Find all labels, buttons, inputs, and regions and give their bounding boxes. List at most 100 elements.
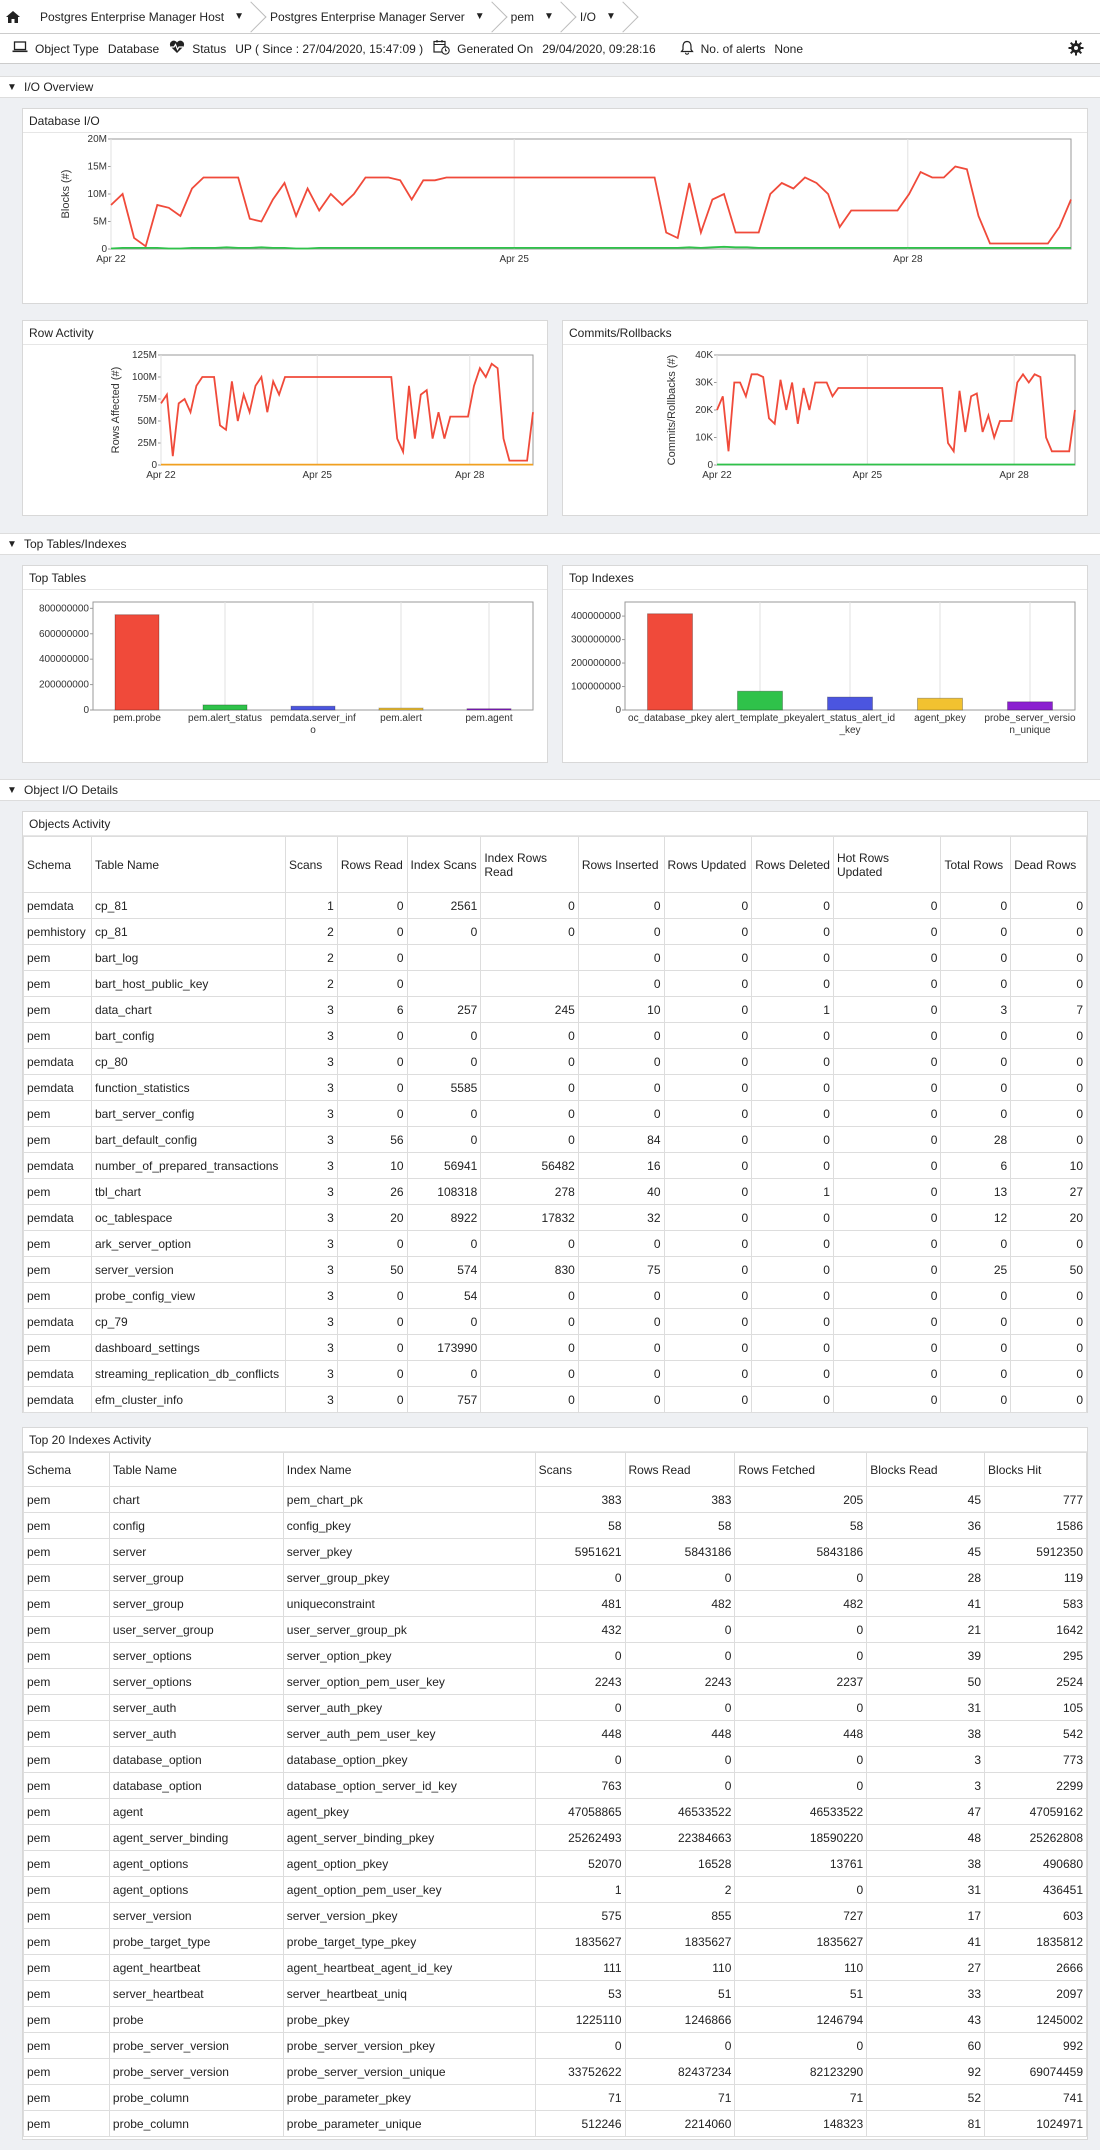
table-cell: pem — [23, 1616, 110, 1643]
table-cell: 1024971 — [984, 2110, 1087, 2137]
table-cell: 0 — [663, 918, 753, 945]
table-cell: 84 — [577, 1126, 665, 1153]
breadcrumb-host[interactable]: Postgres Enterprise Manager Host ▼ — [26, 0, 256, 34]
table-cell: 111 — [534, 1954, 626, 1981]
table-cell: 0 — [663, 944, 753, 971]
section-object-io-details[interactable]: ▼ Object I/O Details — [0, 779, 1100, 801]
table-cell: server_version_pkey — [282, 1902, 536, 1929]
column-header[interactable]: Rows Inserted — [577, 836, 665, 893]
column-header[interactable]: Blocks Hit — [984, 1452, 1087, 1487]
table-cell: 0 — [1010, 1100, 1087, 1127]
table-cell: 855 — [624, 1902, 736, 1929]
column-header[interactable]: Schema — [23, 836, 92, 893]
table-cell: 3 — [284, 996, 338, 1023]
breadcrumb-server[interactable]: Postgres Enterprise Manager Server ▼ — [256, 0, 497, 34]
table-cell: 82437234 — [624, 2058, 736, 2085]
table-cell: 0 — [832, 1282, 942, 1309]
column-header[interactable]: Table Name — [108, 1452, 284, 1487]
table-cell: agent_heartbeat_agent_id_key — [282, 1954, 536, 1981]
table-cell: 0 — [1010, 918, 1087, 945]
table-row: pem probe_server_version probe_server_vers… — [23, 2058, 1087, 2085]
y-tick-label: 800000000 — [39, 603, 89, 614]
table-cell: 383 — [624, 1486, 736, 1513]
table-cell: 1835812 — [984, 1928, 1087, 1955]
table-cell: pem — [23, 1824, 110, 1851]
chevron-down-icon[interactable]: ▼ — [0, 82, 24, 93]
table-cell: 0 — [832, 1256, 942, 1283]
y-tick-label: 100M — [132, 372, 157, 383]
table-cell: 0 — [751, 1256, 834, 1283]
column-header[interactable]: Table Name — [90, 836, 286, 893]
table-cell: ark_server_option — [90, 1230, 286, 1257]
x-tick-label: oc_database_pkey — [628, 713, 712, 724]
column-header[interactable]: Blocks Read — [866, 1452, 986, 1487]
chevron-down-icon[interactable]: ▼ — [544, 11, 554, 22]
table-cell: 512246 — [534, 2110, 626, 2137]
column-header[interactable]: Index Rows Read — [480, 836, 579, 893]
table-cell: 0 — [406, 1100, 482, 1127]
column-header[interactable]: Schema — [23, 1452, 110, 1487]
table-cell: pem — [23, 2084, 110, 2111]
table-cell: 0 — [336, 892, 408, 919]
table-cell: pemdata — [23, 1152, 92, 1179]
chevron-down-icon[interactable]: ▼ — [0, 539, 24, 550]
gear-icon[interactable] — [1068, 40, 1084, 59]
column-header[interactable]: Rows Read — [624, 1452, 736, 1487]
table-cell: 28 — [940, 1126, 1012, 1153]
column-header[interactable]: Hot Rows Updated — [832, 836, 942, 893]
column-header[interactable]: Dead Rows — [1010, 836, 1087, 893]
table-cell: 3 — [284, 1334, 338, 1361]
panel-title: Row Activity — [23, 321, 547, 345]
column-header[interactable]: Index Scans — [406, 836, 482, 893]
chevron-down-icon[interactable]: ▼ — [0, 785, 24, 796]
table-cell: 41 — [866, 1590, 986, 1617]
top-tables-chart: 0 200000000 400000000 600000000 800000000 pem… — [39, 601, 534, 736]
table-cell: 1586 — [984, 1512, 1087, 1539]
table-cell: 13761 — [734, 1850, 868, 1877]
table-cell — [406, 970, 482, 997]
table-cell: 3 — [284, 1360, 338, 1387]
table-cell: pemhistory — [23, 918, 92, 945]
x-tick-label: pem.probe — [113, 713, 161, 724]
table-row: pem bart_config 3 0 0 0 0 0 0 0 0 0 — [23, 1022, 1087, 1049]
table-cell: 2214060 — [624, 2110, 736, 2137]
column-header[interactable]: Rows Fetched — [734, 1452, 868, 1487]
chevron-down-icon[interactable]: ▼ — [475, 11, 485, 22]
column-header[interactable]: Index Name — [282, 1452, 536, 1487]
chevron-down-icon[interactable]: ▼ — [606, 11, 616, 22]
table-cell: 0 — [940, 1230, 1012, 1257]
column-header[interactable]: Rows Read — [336, 836, 408, 893]
table-cell: pem — [23, 1980, 110, 2007]
y-tick-label: 600000000 — [39, 629, 89, 640]
chevron-down-icon[interactable]: ▼ — [234, 11, 244, 22]
plot-area — [110, 138, 1072, 250]
y-axis-label: Rows Affected (#) — [110, 367, 122, 454]
table-cell: user_server_group_pk — [282, 1616, 536, 1643]
table-cell: 0 — [940, 1386, 1012, 1413]
table-cell: pem — [23, 1178, 92, 1205]
table-cell: 0 — [577, 1386, 665, 1413]
table-cell: agent — [108, 1798, 284, 1825]
table-cell: 0 — [406, 1308, 482, 1335]
table-cell: 1245002 — [984, 2006, 1087, 2033]
table-cell: 0 — [751, 1074, 834, 1101]
table-cell: 0 — [534, 2032, 626, 2059]
column-header[interactable]: Scans — [284, 836, 338, 893]
table-cell: pem — [23, 1512, 110, 1539]
section-top-tables-indexes[interactable]: ▼ Top Tables/Indexes — [0, 533, 1100, 555]
column-header[interactable]: Scans — [534, 1452, 626, 1487]
table-cell: agent_server_binding — [108, 1824, 284, 1851]
table-cell: 432 — [534, 1616, 626, 1643]
table-cell: server_heartbeat_uniq — [282, 1980, 536, 2007]
info-bar: Object Type Database Status UP ( Since :… — [0, 34, 1100, 64]
section-io-overview[interactable]: ▼ I/O Overview — [0, 76, 1100, 98]
table-cell: 3 — [284, 1126, 338, 1153]
table-row: pem chart pem_chart_pk 383 383 205 45 777 — [23, 1486, 1087, 1513]
column-header[interactable]: Rows Deleted — [751, 836, 834, 893]
y-tick-label: 200000000 — [39, 680, 89, 691]
column-header[interactable]: Total Rows — [940, 836, 1012, 893]
table-row: pem database_option database_option_pkey 0 0… — [23, 1746, 1087, 1773]
column-header[interactable]: Rows Updated — [663, 836, 753, 893]
table-cell: number_of_prepared_transactions — [90, 1152, 286, 1179]
home-icon[interactable] — [0, 0, 26, 34]
